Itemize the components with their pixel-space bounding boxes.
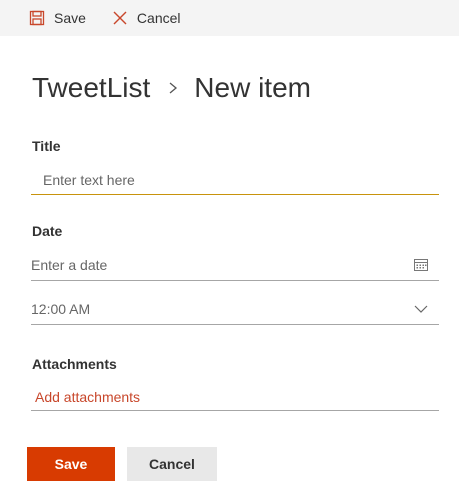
date-input[interactable]: Enter a date <box>31 251 439 279</box>
attachments-underline <box>31 410 439 411</box>
date-input-underline <box>31 280 439 281</box>
save-button[interactable]: Save <box>27 447 115 481</box>
new-item-form-page: Save Cancel TweetList New item Title Dat… <box>0 0 459 499</box>
title-input[interactable] <box>31 166 439 194</box>
title-input-underline <box>31 194 439 195</box>
command-save-label: Save <box>54 10 86 26</box>
breadcrumb-list-name[interactable]: TweetList <box>32 72 150 104</box>
cancel-button[interactable]: Cancel <box>127 447 217 481</box>
command-save-button[interactable]: Save <box>29 0 86 36</box>
command-bar: Save Cancel <box>0 0 459 36</box>
close-icon <box>112 10 128 26</box>
title-label: Title <box>32 138 61 154</box>
time-select-underline <box>31 324 439 325</box>
calendar-icon[interactable] <box>413 257 429 273</box>
add-attachments-link[interactable]: Add attachments <box>35 389 140 405</box>
date-placeholder: Enter a date <box>31 257 108 273</box>
floppy-disk-icon <box>29 10 45 26</box>
command-cancel-button[interactable]: Cancel <box>112 0 181 36</box>
date-label: Date <box>32 223 63 239</box>
chevron-down-icon <box>413 301 429 317</box>
time-select[interactable]: 12:00 AM <box>31 295 439 323</box>
breadcrumb-current: New item <box>194 72 311 103</box>
attachments-label: Attachments <box>32 356 117 372</box>
command-cancel-label: Cancel <box>136 10 181 26</box>
breadcrumb: TweetList New item <box>32 68 311 108</box>
chevron-right-icon <box>166 81 180 95</box>
time-value: 12:00 AM <box>31 301 91 317</box>
